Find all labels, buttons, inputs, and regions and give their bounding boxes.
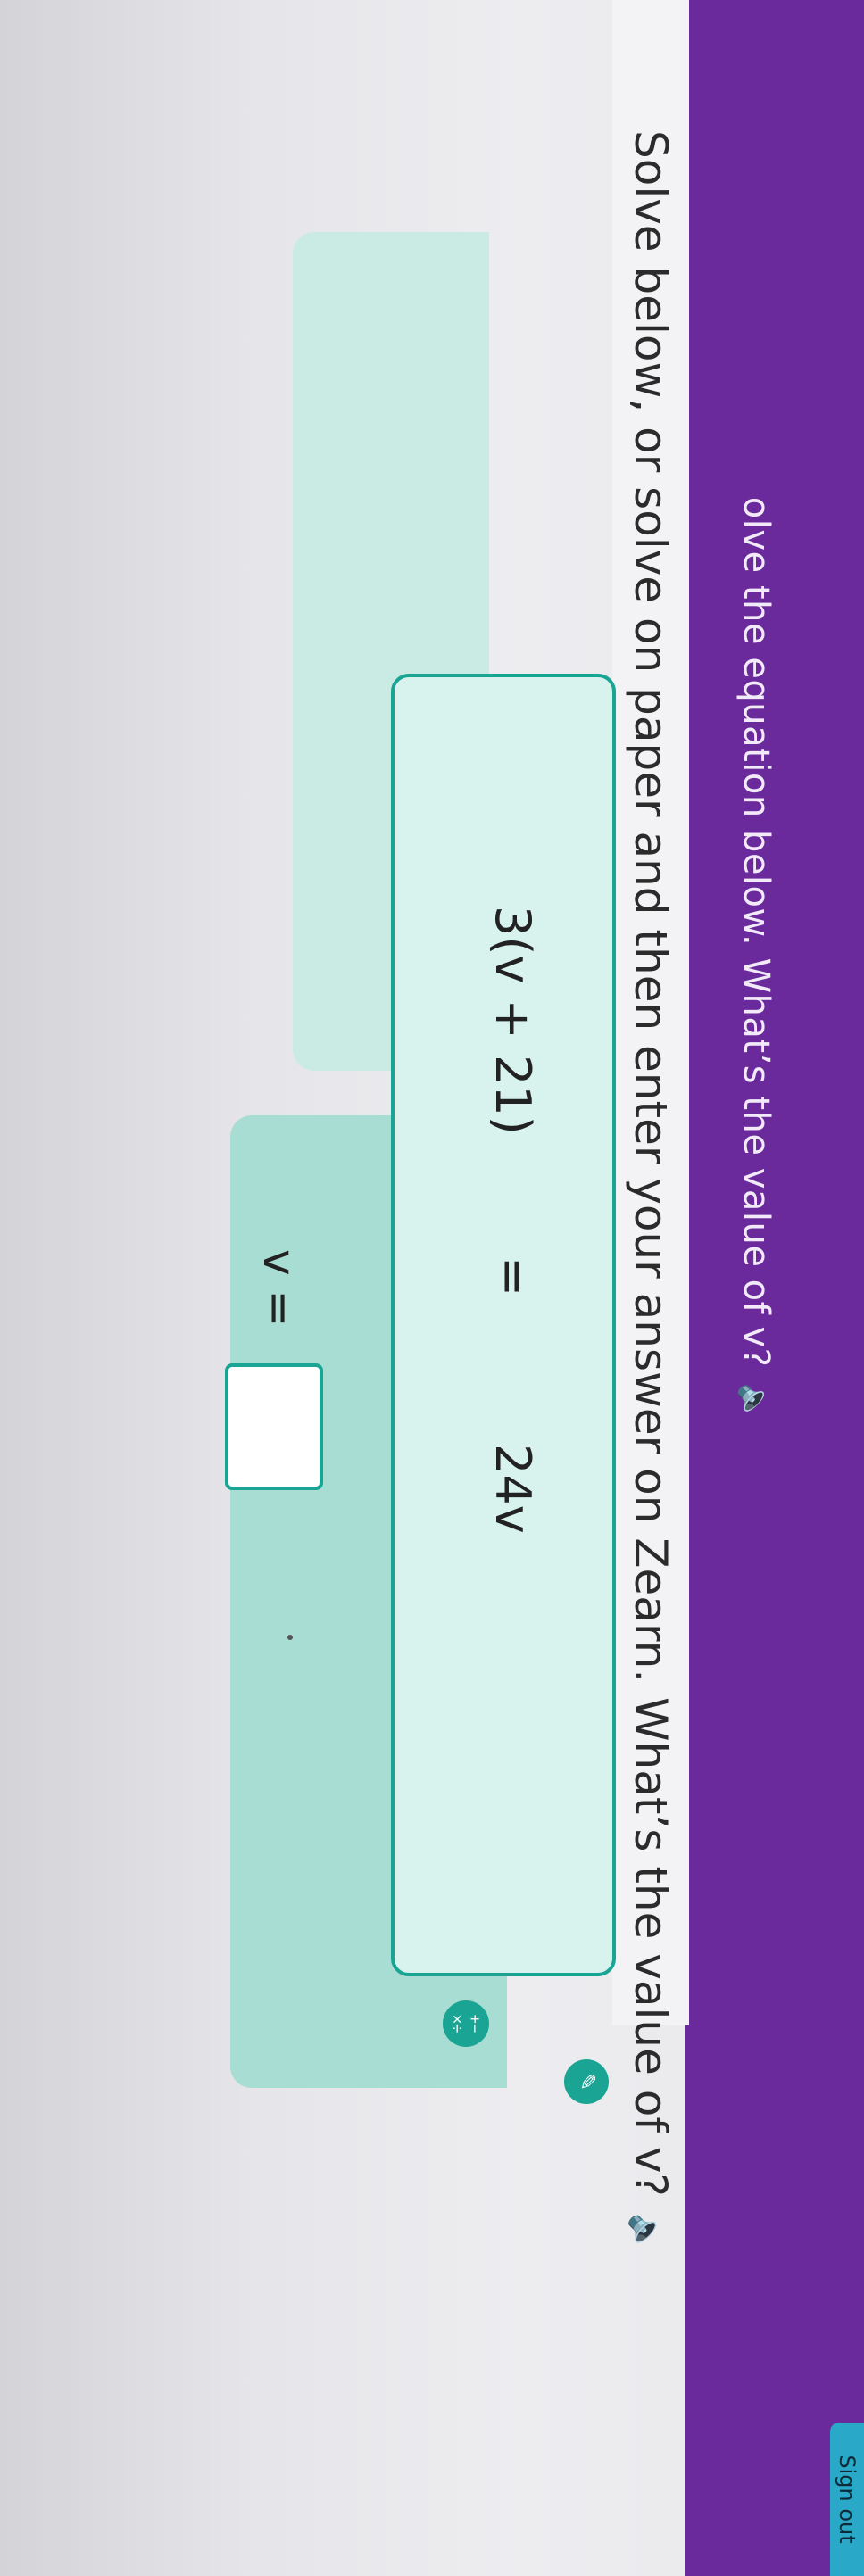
calculator-button[interactable]: +− ×÷ — [443, 2000, 489, 2047]
answer-input[interactable] — [225, 1363, 323, 1490]
page-title-text: olve the equation below. What’s the valu… — [735, 496, 777, 1368]
equation-equals-sign: = — [485, 1256, 541, 1297]
sign-out-button[interactable]: Sign out — [830, 2423, 864, 2576]
page-title: olve the equation below. What’s the valu… — [735, 0, 777, 1918]
pencil-icon: ✎ — [575, 2072, 599, 2091]
pencil-button[interactable]: ✎ — [564, 2059, 609, 2104]
equation-card — [391, 674, 616, 1976]
instructions-bar: Solve below, or solve on paper and then … — [612, 0, 689, 2253]
answer-label: v = — [253, 1249, 305, 1328]
calculator-icon: +− ×÷ — [448, 2014, 484, 2033]
cursor-dot — [287, 1635, 293, 1640]
instructions-text: Solve below, or solve on paper and then … — [625, 130, 677, 2197]
equation-right-side: 24v — [485, 1444, 541, 1534]
equation-left-side: 3(v + 21) — [485, 906, 541, 1135]
speaker-icon[interactable]: 🔈 — [736, 1383, 772, 1421]
header-banner: olve the equation below. What’s the valu… — [685, 0, 864, 2576]
lesson-screen: olve the equation below. What’s the valu… — [0, 0, 864, 2576]
speaker-icon[interactable]: 🔈 — [627, 2213, 664, 2253]
